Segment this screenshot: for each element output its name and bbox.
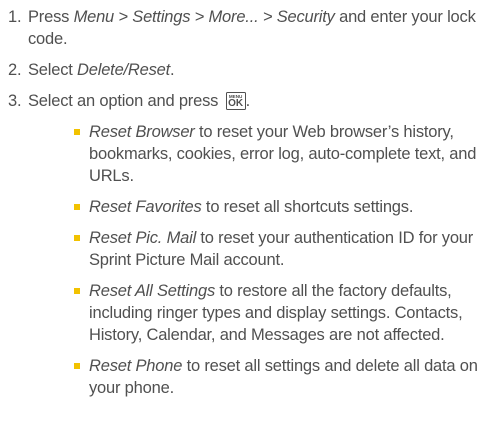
step-3: 3. Select an option and press MENU OK. Re… [0, 90, 485, 399]
option-name: Reset All Settings [89, 282, 216, 300]
option-reset-favorites: Reset Favorites to reset all shortcuts s… [28, 196, 485, 218]
step-text: Press Menu > Settings > More... > Securi… [28, 6, 485, 50]
step-text-segment: Press [28, 8, 74, 26]
option-description: to reset all shortcuts settings. [201, 198, 414, 216]
option-reset-all-settings: Reset All Settings to restore all the fa… [28, 280, 485, 346]
step-number: 3. [8, 92, 22, 110]
step-text: Select Delete/Reset. [28, 59, 485, 81]
menu-path-item: More... [208, 8, 259, 26]
menu-path-separator: > [258, 8, 277, 26]
step-number: 2. [8, 61, 22, 79]
option-name: Reset Browser [89, 123, 195, 141]
menu-path-separator: > [190, 8, 209, 26]
bullet-icon [74, 129, 80, 135]
bullet-icon [74, 235, 80, 241]
option-name: Reset Favorites [89, 198, 202, 216]
bullet-icon [74, 288, 80, 294]
option-name: Reset Pic. Mail [89, 229, 197, 247]
bullet-icon [74, 363, 80, 369]
step-1: 1. Press Menu > Settings > More... > Sec… [0, 6, 485, 50]
step-text: Select an option and press MENU OK. [28, 90, 485, 112]
menu-path-item: Menu [73, 8, 115, 26]
menu-ok-key-icon: MENU OK [225, 92, 246, 110]
step-text-segment: Select [28, 61, 78, 79]
bullet-icon [74, 204, 80, 210]
step-2: 2. Select Delete/Reset. [0, 59, 485, 81]
menu-path-item: Security [276, 8, 335, 26]
menu-path-item: Settings [132, 8, 191, 26]
option-list: Reset Browser to reset your Web browser’… [28, 121, 485, 399]
instructions-document: 1. Press Menu > Settings > More... > Sec… [0, 6, 485, 408]
menu-path-separator: > [114, 8, 133, 26]
menu-option-name: Delete/Reset [77, 61, 171, 79]
option-reset-pic-mail: Reset Pic. Mail to reset your authentica… [28, 227, 485, 271]
option-reset-browser: Reset Browser to reset your Web browser’… [28, 121, 485, 187]
option-reset-phone: Reset Phone to reset all settings and de… [28, 355, 485, 399]
step-text-segment: Select an option and press [28, 92, 223, 110]
step-number: 1. [8, 8, 22, 26]
key-bottom-label: OK [228, 98, 244, 109]
step-text-segment: . [245, 92, 251, 110]
option-name: Reset Phone [89, 357, 183, 375]
step-text-segment: . [170, 61, 175, 79]
